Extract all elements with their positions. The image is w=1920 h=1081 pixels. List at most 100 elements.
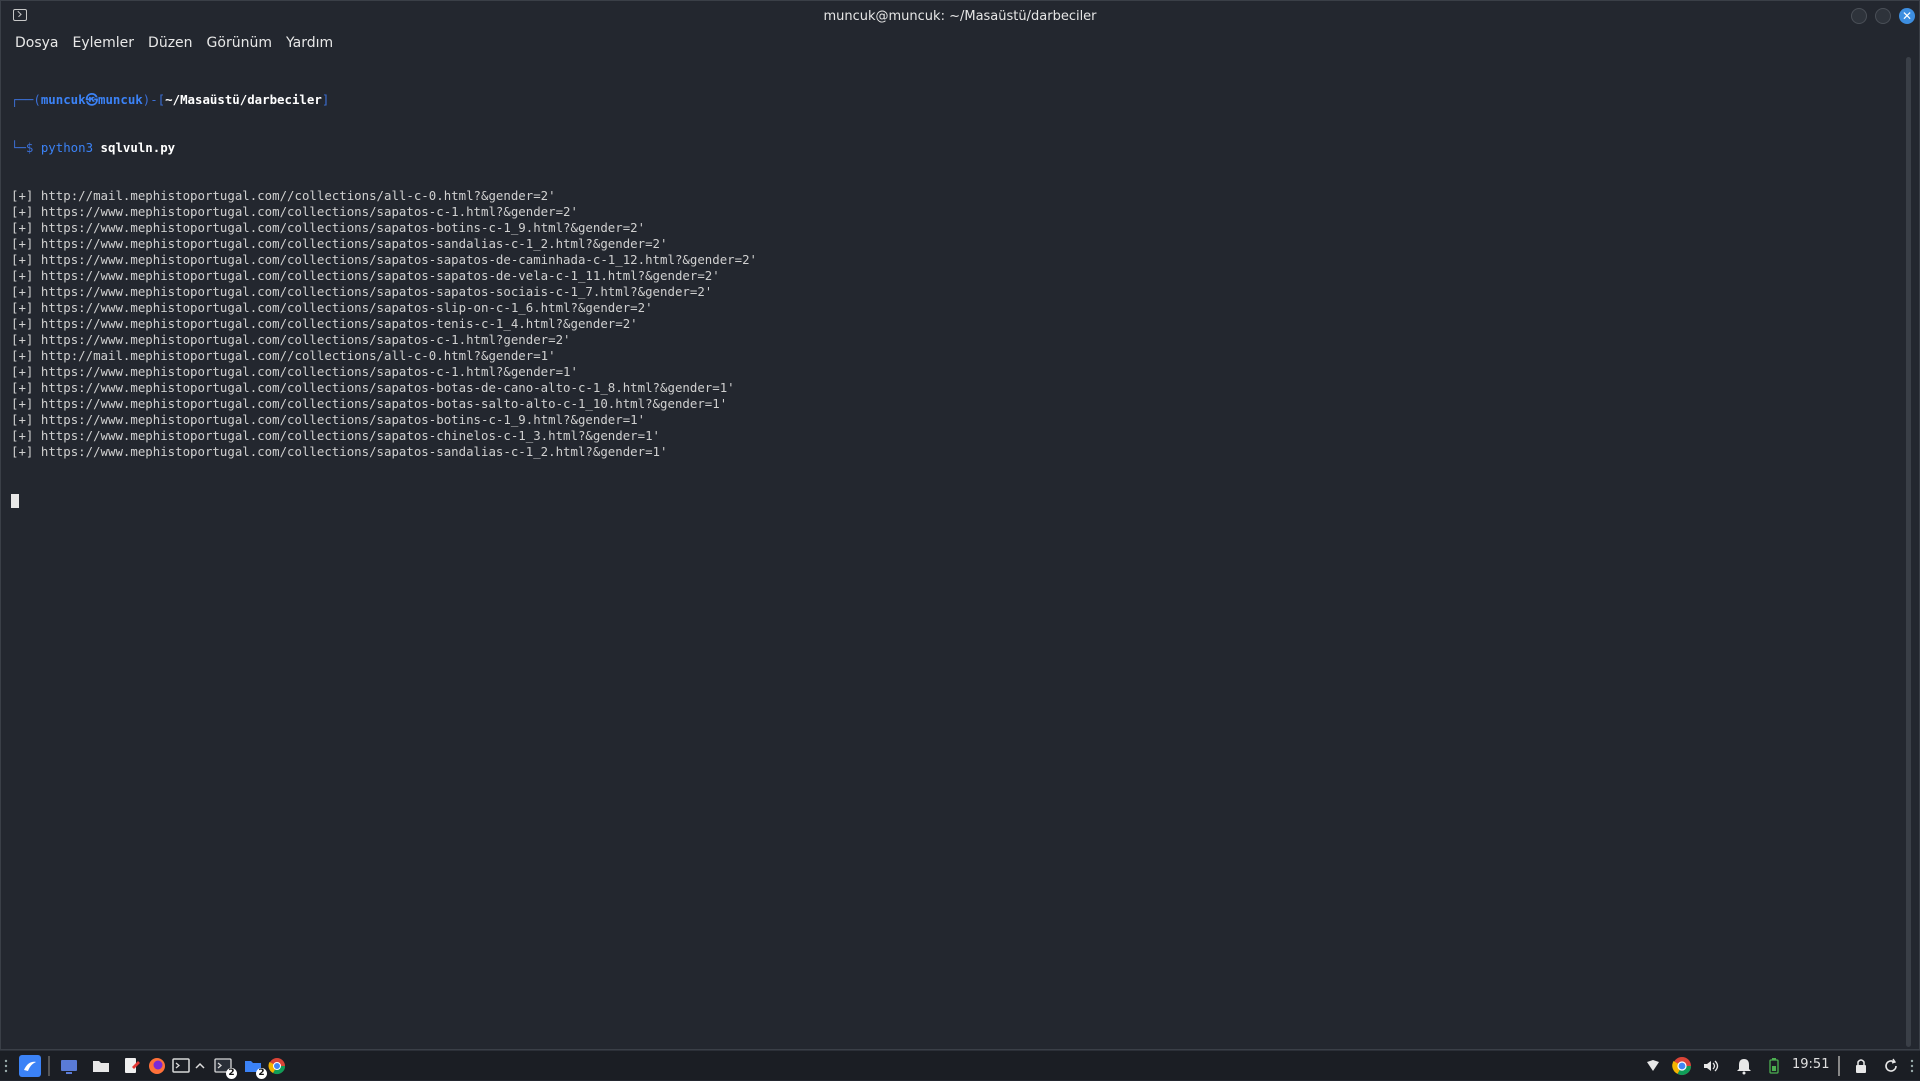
prompt-line: ┌──(muncuk㉿muncuk)-[~/Masaüstü/darbecile… bbox=[11, 92, 1899, 108]
terminal-window-badge: 2 bbox=[226, 1068, 237, 1079]
file-manager-icon[interactable] bbox=[92, 1057, 110, 1075]
command-line: └─$ python3 sqlvuln.py bbox=[11, 140, 1899, 156]
maximize-button[interactable] bbox=[1875, 8, 1891, 24]
menu-yardim[interactable]: Yardım bbox=[280, 33, 339, 53]
workspace-icon[interactable] bbox=[60, 1057, 78, 1075]
output-url: https://www.mephistoportugal.com/collect… bbox=[40, 268, 720, 283]
output-prefix: [+] bbox=[11, 348, 34, 363]
output-line: [+] http://mail.mephistoportugal.com//co… bbox=[11, 188, 1899, 204]
chevron-up-icon[interactable] bbox=[194, 1057, 206, 1075]
output-prefix: [+] bbox=[11, 300, 34, 315]
output-prefix: [+] bbox=[11, 428, 34, 443]
output-line: [+] https://www.mephistoportugal.com/col… bbox=[11, 444, 1899, 460]
output-prefix: [+] bbox=[11, 444, 34, 459]
menu-duzen[interactable]: Düzen bbox=[142, 33, 199, 53]
window-title: muncuk@muncuk: ~/Masaüstü/darbeciler bbox=[823, 8, 1097, 24]
volume-icon[interactable] bbox=[1702, 1057, 1720, 1075]
menu-bar: Dosya Eylemler Düzen Görünüm Yardım bbox=[1, 31, 1919, 55]
panel-handle-right-icon[interactable] bbox=[1908, 1057, 1916, 1075]
output-url: https://www.mephistoportugal.com/collect… bbox=[40, 284, 713, 299]
minimize-button[interactable] bbox=[1851, 8, 1867, 24]
output-line: [+] https://www.mephistoportugal.com/col… bbox=[11, 364, 1899, 380]
output-prefix: [+] bbox=[11, 364, 34, 379]
command-argument: sqlvuln.py bbox=[100, 140, 176, 155]
output-line: [+] https://www.mephistoportugal.com/col… bbox=[11, 300, 1899, 316]
files-window-icon[interactable]: 2 bbox=[244, 1057, 267, 1079]
title-bar[interactable]: muncuk@muncuk: ~/Masaüstü/darbeciler ✕ bbox=[1, 1, 1919, 31]
output-url: http://mail.mephistoportugal.com//collec… bbox=[40, 188, 556, 203]
app-menu-icon[interactable] bbox=[19, 1055, 41, 1077]
prompt-sep: )-[ bbox=[142, 92, 166, 107]
output-url: https://www.mephistoportugal.com/collect… bbox=[40, 300, 653, 315]
output-url: https://www.mephistoportugal.com/collect… bbox=[40, 396, 728, 411]
chrome-tray-icon[interactable] bbox=[1672, 1056, 1692, 1076]
output-prefix: [+] bbox=[11, 284, 34, 299]
scrollbar[interactable] bbox=[1906, 57, 1911, 1047]
output-url: https://www.mephistoportugal.com/collect… bbox=[40, 332, 571, 347]
output-line: [+] https://www.mephistoportugal.com/col… bbox=[11, 412, 1899, 428]
notification-bell-icon[interactable] bbox=[1735, 1057, 1753, 1075]
output-url: https://www.mephistoportugal.com/collect… bbox=[40, 364, 578, 379]
output-line: [+] http://mail.mephistoportugal.com//co… bbox=[11, 348, 1899, 364]
output-prefix: [+] bbox=[11, 332, 34, 347]
output-line: [+] https://www.mephistoportugal.com/col… bbox=[11, 284, 1899, 300]
text-cursor bbox=[11, 493, 19, 508]
output-prefix: [+] bbox=[11, 252, 34, 267]
chrome-icon[interactable] bbox=[268, 1057, 286, 1075]
output-url: https://www.mephistoportugal.com/collect… bbox=[40, 252, 757, 267]
taskbar: 2 2 19:51 bbox=[0, 1050, 1920, 1080]
output-url: https://www.mephistoportugal.com/collect… bbox=[40, 428, 661, 443]
panel-handle-icon[interactable] bbox=[2, 1057, 10, 1075]
output-prefix: [+] bbox=[11, 380, 34, 395]
terminal-app-icon[interactable] bbox=[13, 9, 27, 21]
vpn-shield-icon[interactable] bbox=[1644, 1057, 1662, 1075]
prompt-close: ] bbox=[321, 92, 330, 107]
prompt-frame-bottom: └─$ bbox=[11, 140, 41, 155]
terminal-icon[interactable] bbox=[172, 1057, 190, 1075]
output-url: https://www.mephistoportugal.com/collect… bbox=[40, 444, 668, 459]
output-url: https://www.mephistoportugal.com/collect… bbox=[40, 316, 638, 331]
output-prefix: [+] bbox=[11, 188, 34, 203]
output-prefix: [+] bbox=[11, 412, 34, 427]
output-line: [+] https://www.mephistoportugal.com/col… bbox=[11, 252, 1899, 268]
output-url: https://www.mephistoportugal.com/collect… bbox=[40, 236, 668, 251]
output-url: https://www.mephistoportugal.com/collect… bbox=[40, 204, 578, 219]
output-prefix: [+] bbox=[11, 268, 34, 283]
prompt-path: ~/Masaüstü/darbeciler bbox=[165, 92, 322, 107]
output-line: [+] https://www.mephistoportugal.com/col… bbox=[11, 332, 1899, 348]
output-prefix: [+] bbox=[11, 316, 34, 331]
output-line: [+] https://www.mephistoportugal.com/col… bbox=[11, 428, 1899, 444]
clock[interactable]: 19:51 bbox=[1792, 1057, 1829, 1072]
menu-gorunum[interactable]: Görünüm bbox=[201, 33, 278, 53]
output-prefix: [+] bbox=[11, 204, 34, 219]
cursor-line bbox=[11, 492, 1899, 508]
refresh-icon[interactable] bbox=[1882, 1057, 1900, 1075]
prompt-frame-top: ┌──( bbox=[11, 92, 41, 107]
terminal-output[interactable]: ┌──(muncuk㉿muncuk)-[~/Masaüstü/darbecile… bbox=[11, 60, 1899, 1039]
output-url: https://www.mephistoportugal.com/collect… bbox=[40, 380, 735, 395]
menu-dosya[interactable]: Dosya bbox=[9, 33, 65, 53]
taskbar-separator bbox=[48, 1056, 50, 1076]
output-line: [+] https://www.mephistoportugal.com/col… bbox=[11, 316, 1899, 332]
command-program: python3 bbox=[40, 140, 94, 155]
tray-separator bbox=[1838, 1056, 1840, 1076]
terminal-window-icon[interactable]: 2 bbox=[214, 1057, 237, 1079]
output-line: [+] https://www.mephistoportugal.com/col… bbox=[11, 236, 1899, 252]
output-line: [+] https://www.mephistoportugal.com/col… bbox=[11, 396, 1899, 412]
files-window-badge: 2 bbox=[256, 1068, 267, 1079]
output-line: [+] https://www.mephistoportugal.com/col… bbox=[11, 220, 1899, 236]
output-url: https://www.mephistoportugal.com/collect… bbox=[40, 412, 646, 427]
menu-eylemler[interactable]: Eylemler bbox=[67, 33, 141, 53]
output-url: https://www.mephistoportugal.com/collect… bbox=[40, 220, 646, 235]
firefox-icon[interactable] bbox=[148, 1057, 166, 1075]
output-prefix: [+] bbox=[11, 236, 34, 251]
close-button[interactable]: ✕ bbox=[1899, 8, 1915, 24]
output-lines: [+] http://mail.mephistoportugal.com//co… bbox=[11, 188, 1899, 460]
output-prefix: [+] bbox=[11, 396, 34, 411]
prompt-user: muncuk㉿muncuk bbox=[40, 92, 143, 107]
lock-icon[interactable] bbox=[1852, 1057, 1870, 1075]
output-prefix: [+] bbox=[11, 220, 34, 235]
battery-icon[interactable] bbox=[1768, 1057, 1780, 1075]
text-editor-icon[interactable] bbox=[122, 1057, 140, 1075]
output-line: [+] https://www.mephistoportugal.com/col… bbox=[11, 380, 1899, 396]
